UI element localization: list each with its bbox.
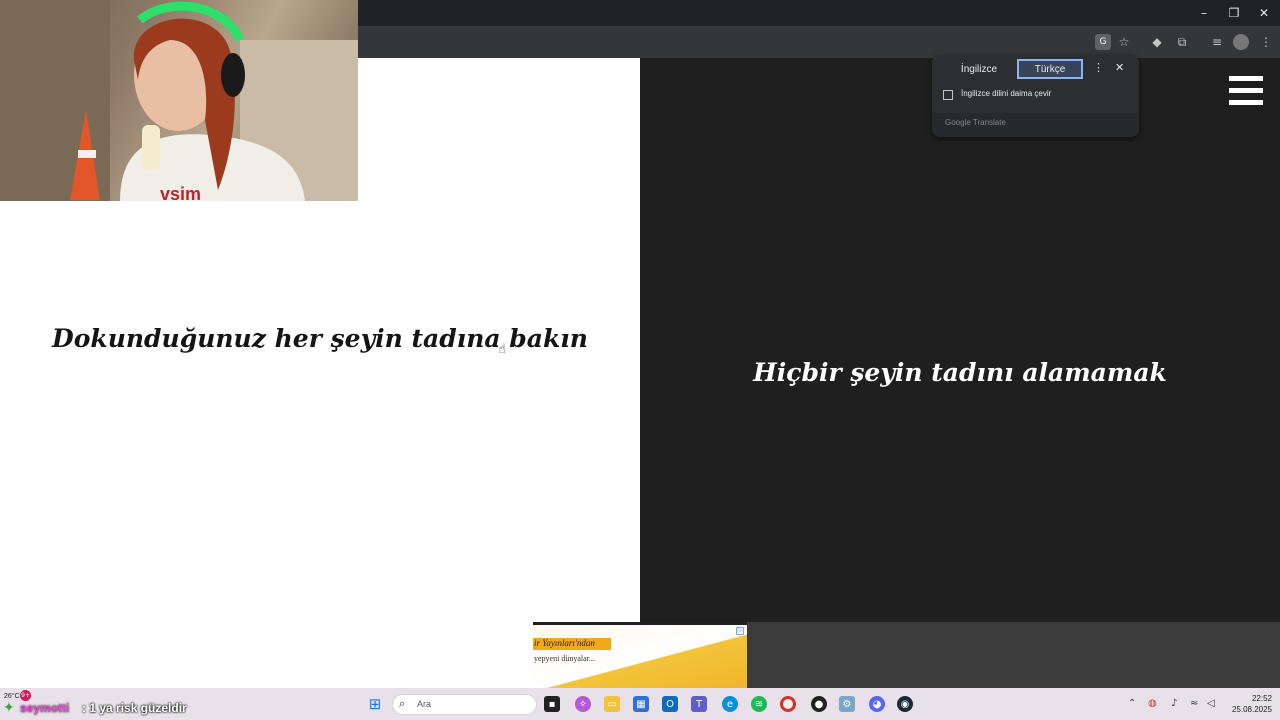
- bottom-dark-area: [747, 622, 1280, 688]
- volume-icon[interactable]: ◁: [1207, 698, 1215, 709]
- maximize-button[interactable]: ❐: [1218, 0, 1250, 26]
- puzzle-icon[interactable]: ⧉: [1174, 34, 1190, 50]
- taskbar-search[interactable]: ⌕ Ara: [392, 694, 537, 715]
- clock-time: 22:52: [1251, 694, 1272, 703]
- translate-popup: İngilizce Türkçe ⋮ ✕ İngilizce dilini da…: [932, 55, 1139, 137]
- right-panel-text: Hiçbir şeyin tadını alamamak: [753, 358, 1167, 387]
- edge-icon[interactable]: e: [722, 696, 738, 712]
- antivirus-icon[interactable]: ◍: [1148, 698, 1157, 709]
- webcam-illustration: vsim: [0, 0, 358, 201]
- outlook-icon[interactable]: O: [662, 696, 678, 712]
- copilot-icon[interactable]: ✧: [575, 696, 591, 712]
- bottom-blank-area: [0, 622, 533, 688]
- app-icon[interactable]: ●: [811, 696, 827, 712]
- minimize-button[interactable]: –: [1188, 0, 1220, 26]
- search-icon: ⌕: [399, 697, 406, 710]
- ad-choices-icon[interactable]: ▷: [736, 627, 744, 635]
- microphone-icon[interactable]: ♪: [1171, 698, 1177, 709]
- right-panel: Hiçbir şeyin tadını alamamak: [640, 58, 1280, 622]
- always-translate-label: İngilizce dilini daima çevir: [961, 89, 1052, 98]
- windows-start-icon[interactable]: ⊞: [367, 695, 383, 713]
- discord-icon[interactable]: ◕: [869, 696, 885, 712]
- always-translate-checkbox[interactable]: [943, 90, 953, 100]
- chat-message: : 1 ya risk güzeldir: [82, 701, 187, 715]
- weather-widget[interactable]: 26°C: [4, 693, 20, 700]
- chevron-up-icon[interactable]: ⌃: [1128, 698, 1136, 709]
- teams-icon[interactable]: T: [691, 696, 707, 712]
- search-placeholder: Ara: [417, 699, 432, 709]
- svg-text:vsim: vsim: [160, 184, 201, 201]
- webcam-overlay: vsim: [0, 0, 358, 201]
- star-icon[interactable]: ☆: [1116, 34, 1132, 50]
- notification-badge: 9+: [20, 690, 31, 701]
- chrome-icon[interactable]: [780, 696, 796, 712]
- profile-icon[interactable]: [1233, 34, 1249, 50]
- google-translate-label: Google Translate: [945, 118, 1006, 127]
- taskbar-clock[interactable]: 22:52 25.08.2025: [1232, 693, 1272, 715]
- chat-username: seymotti: [20, 701, 70, 715]
- translate-close-icon[interactable]: ✕: [1115, 61, 1124, 74]
- clock-date: 25.08.2025: [1231, 705, 1272, 714]
- store-icon[interactable]: ▦: [633, 696, 649, 712]
- left-panel-text: Dokunduğunuz her şeyin tadına bakın: [52, 324, 588, 353]
- hamburger-menu-icon[interactable]: [1229, 76, 1263, 106]
- ad-line2: yepyeni dünyalar...: [534, 654, 595, 663]
- steam-icon[interactable]: ◉: [897, 696, 913, 712]
- close-window-button[interactable]: ✕: [1248, 0, 1280, 26]
- wifi-icon[interactable]: ≈: [1190, 698, 1198, 709]
- translate-footer: Google Translate: [932, 113, 1139, 137]
- lang-to-tab[interactable]: Türkçe: [1017, 59, 1083, 79]
- ad-line1: ir Yayınları'ndan: [534, 638, 595, 648]
- ad-banner[interactable]: ir Yayınları'ndan yepyeni dünyalar... ▷: [533, 625, 747, 688]
- lang-from-tab[interactable]: İngilizce: [946, 59, 1012, 79]
- cursor-icon: ☝: [498, 342, 506, 357]
- menu-dots-icon[interactable]: ⋮: [1258, 34, 1274, 50]
- translate-more-icon[interactable]: ⋮: [1093, 61, 1104, 74]
- media-icon[interactable]: ≡: [1209, 34, 1225, 50]
- settings-gear-icon[interactable]: ⚙: [839, 696, 855, 712]
- screen: – ❐ ✕ G ☆ ◆ ⧉ ≡ ⋮ Dokunduğunuz her şeyin…: [0, 0, 1280, 720]
- task-view-icon[interactable]: ▪: [544, 696, 560, 712]
- extension-diamond-icon[interactable]: ◆: [1149, 34, 1165, 50]
- leaf-icon: ✦: [3, 700, 15, 716]
- spotify-icon[interactable]: ≋: [751, 696, 767, 712]
- file-explorer-icon[interactable]: ▭: [604, 696, 620, 712]
- translate-icon[interactable]: G: [1095, 34, 1111, 50]
